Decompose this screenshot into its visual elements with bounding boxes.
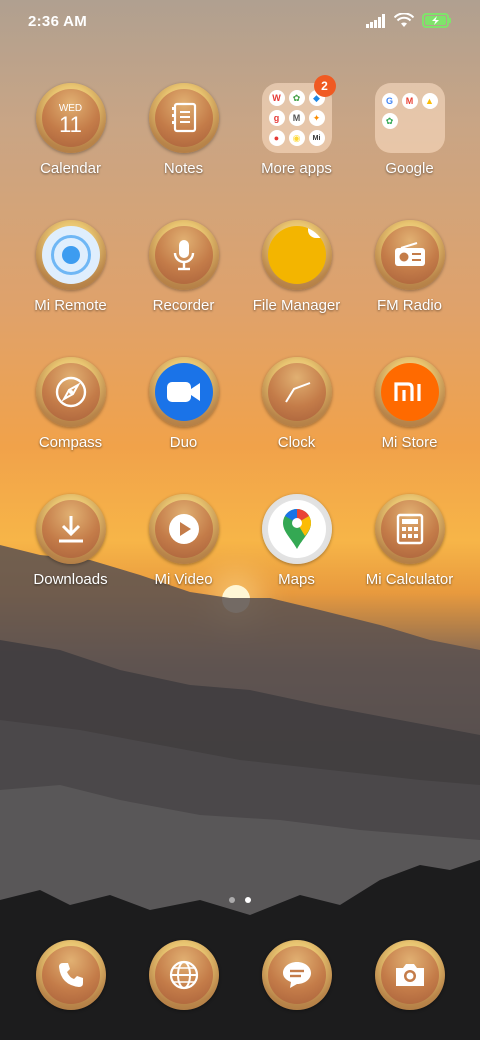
compass-icon	[41, 363, 100, 421]
dock-phone[interactable]	[14, 940, 127, 1010]
photos-icon: ✿	[381, 113, 398, 129]
status-bar: 2:36 AM	[0, 0, 480, 44]
app-icon: g	[268, 110, 285, 126]
maps-pin-icon	[267, 500, 326, 558]
mi-logo-icon	[380, 363, 439, 421]
app-label: Google	[385, 160, 434, 177]
app-label: FM Radio	[376, 297, 443, 314]
wifi-icon	[394, 13, 414, 27]
battery-charging-icon	[422, 13, 451, 28]
status-time: 2:36 AM	[28, 13, 88, 30]
radio-icon	[380, 226, 439, 284]
page-dot-1[interactable]	[229, 897, 235, 903]
download-icon	[41, 500, 100, 558]
app-calendar[interactable]: WED 11 Calendar	[14, 83, 127, 177]
app-recorder[interactable]: Recorder	[127, 220, 240, 314]
app-mi-store[interactable]: Mi Store	[353, 357, 466, 451]
dock-camera[interactable]	[353, 940, 466, 1010]
app-label: Downloads	[33, 571, 108, 588]
app-icon: ✿	[288, 90, 305, 106]
app-maps[interactable]: Maps	[240, 494, 353, 588]
app-notes[interactable]: Notes	[127, 83, 240, 177]
app-mi-remote[interactable]: Mi Remote	[14, 220, 127, 314]
microphone-icon	[154, 226, 213, 284]
app-fm-radio[interactable]: FM Radio	[353, 220, 466, 314]
folder-google[interactable]: G M ▲ ✿ Google	[353, 83, 466, 177]
drive-icon: ▲	[421, 93, 438, 109]
browser-icon	[154, 946, 213, 1004]
app-label: More apps	[261, 160, 332, 177]
calendar-day: 11	[59, 111, 82, 137]
app-icon: ✦	[308, 110, 325, 126]
app-label: Recorder	[152, 297, 215, 314]
calendar-icon: WED 11	[41, 89, 100, 147]
clock-icon	[267, 363, 326, 421]
app-mi-calculator[interactable]: Mi Calculator	[353, 494, 466, 588]
folder-file-icon	[267, 226, 326, 284]
app-clock[interactable]: Clock	[240, 357, 353, 451]
app-label: Mi Video	[154, 571, 213, 588]
page-dot-2-current[interactable]	[245, 897, 251, 903]
app-duo[interactable]: Duo	[127, 357, 240, 451]
app-compass[interactable]: Compass	[14, 357, 127, 451]
app-downloads[interactable]: Downloads	[14, 494, 127, 588]
app-label: Notes	[163, 160, 204, 177]
app-mi-video[interactable]: Mi Video	[127, 494, 240, 588]
calculator-icon	[380, 500, 439, 558]
app-icon: ◉	[288, 130, 305, 146]
phone-icon	[41, 946, 100, 1004]
folder-icon: W ✿ ◆ g M ✦ ● ◉ Mi 2	[261, 75, 336, 153]
app-file-manager[interactable]: File Manager	[240, 220, 353, 314]
gmail-icon: M	[401, 93, 418, 109]
google-icon: G	[381, 93, 398, 109]
page-indicator	[0, 897, 480, 903]
folder-icon: G M ▲ ✿	[374, 83, 445, 153]
app-label: Mi Remote	[34, 297, 107, 314]
signal-icon	[366, 13, 385, 28]
video-call-icon	[154, 363, 213, 421]
mi-pay-icon: Mi	[308, 130, 325, 146]
wps-icon: W	[268, 90, 285, 106]
app-label: Duo	[169, 434, 198, 451]
camera-icon	[380, 946, 439, 1004]
dock-browser[interactable]	[127, 940, 240, 1010]
app-label: Calendar	[40, 160, 101, 177]
folder-more-apps[interactable]: W ✿ ◆ g M ✦ ● ◉ Mi 2 More apps	[240, 75, 353, 177]
app-label: Mi Calculator	[365, 571, 454, 588]
app-label: Compass	[38, 434, 103, 451]
app-label: File Manager	[252, 297, 341, 314]
notification-badge: 2	[313, 75, 336, 97]
app-icon: ●	[268, 130, 285, 146]
dock-messages[interactable]	[240, 940, 353, 1010]
remote-icon	[41, 226, 100, 284]
notes-icon	[154, 89, 213, 147]
app-label: Maps	[278, 571, 315, 588]
app-label: Clock	[277, 434, 316, 451]
play-icon	[154, 500, 213, 558]
app-icon: M	[288, 110, 305, 126]
messages-icon	[267, 946, 326, 1004]
app-label: Mi Store	[381, 434, 438, 451]
